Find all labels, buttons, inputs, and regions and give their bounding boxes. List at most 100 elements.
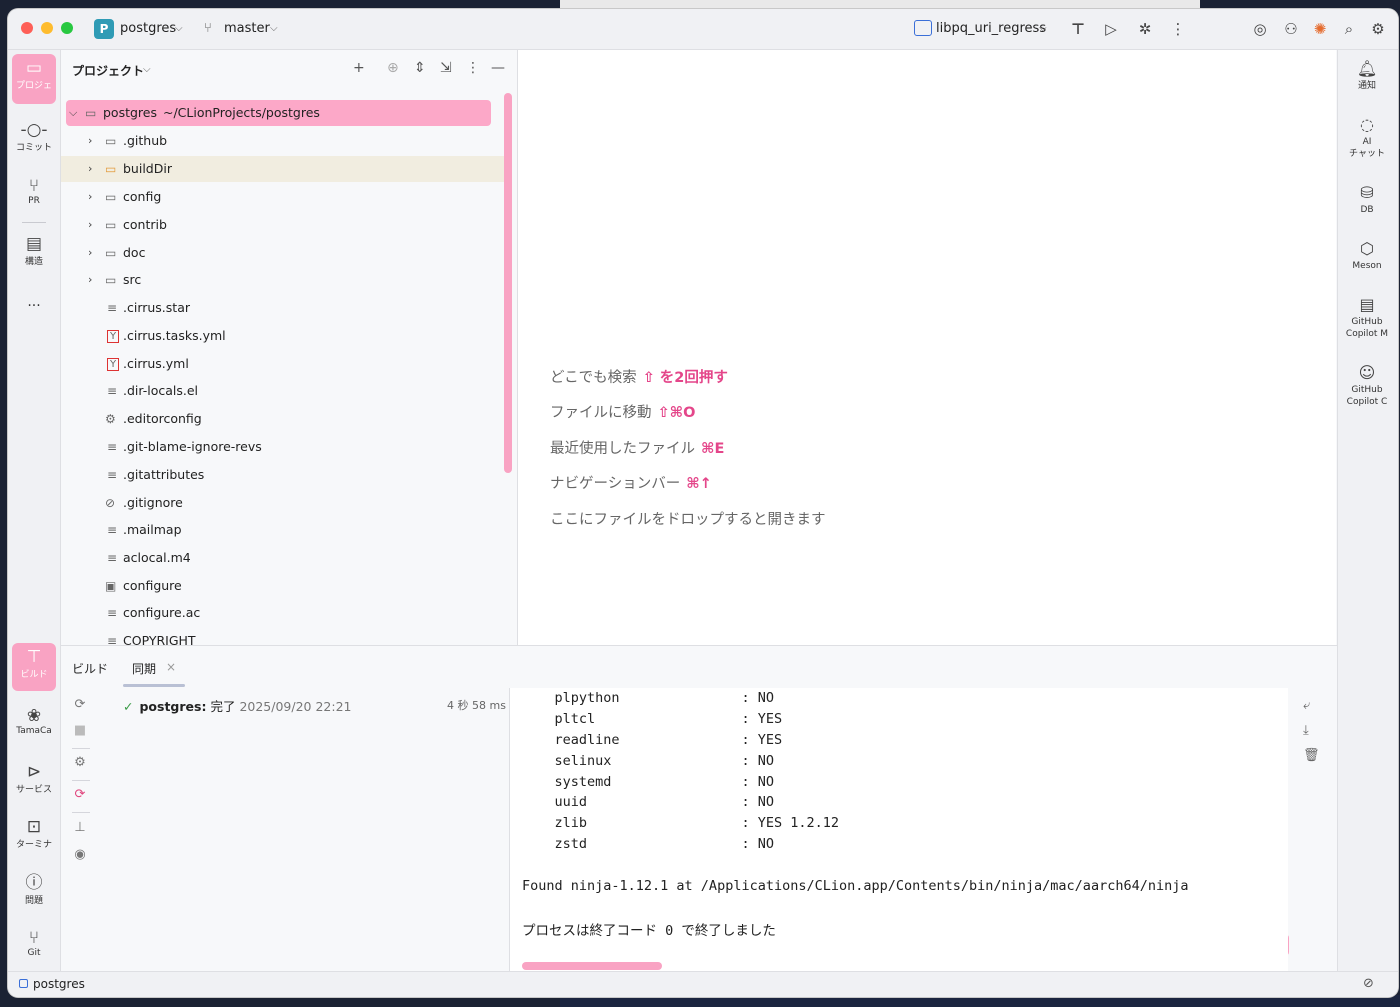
tree-item[interactable]: Y .cirrus.yml [61, 351, 504, 377]
pin-icon[interactable]: ⊥ [71, 820, 89, 835]
add-user-icon[interactable]: ⚇ [1281, 19, 1301, 39]
tree-item-label: doc [123, 245, 146, 260]
folder-icon: ▭ [25, 58, 43, 78]
tool-meson[interactable]: ⬡ Meson [1338, 238, 1396, 272]
tool-services[interactable]: ⊳ サービス [12, 762, 56, 795]
tree-item[interactable]: ⊘ .gitignore [61, 490, 504, 516]
ignore-file-icon: ⊘ [105, 496, 116, 510]
project-panel: プロジェクト ⌵ + ⊕ ⇕ ⇲ ⋮ — ⌵ ▭ postgres ~/CLio… [61, 50, 518, 645]
add-icon[interactable]: + [353, 60, 365, 76]
eye-icon[interactable]: ◉ [71, 847, 89, 862]
tree-item[interactable]: ⚙ .editorconfig [61, 406, 504, 432]
tool-build[interactable]: ⊤ ビルド [12, 643, 56, 691]
tree-item[interactable]: › ▭ .github [61, 128, 504, 154]
text-file-icon: ≡ [107, 384, 118, 398]
more-actions-icon[interactable]: ⋮ [1168, 19, 1188, 39]
tree-item[interactable]: ≡ .dir-locals.el [61, 378, 504, 404]
tree-item[interactable]: ≡ .gitattributes [61, 462, 504, 488]
script-file-icon: ▣ [105, 579, 117, 593]
maximize-window-button[interactable] [61, 22, 73, 34]
tree-item[interactable]: ≡ .cirrus.star [61, 295, 504, 321]
expand-all-icon[interactable]: ⇕ [414, 60, 426, 76]
console-horizontal-scrollbar[interactable] [522, 962, 662, 970]
settings-gear-icon[interactable]: ⚙ [1368, 19, 1388, 39]
tool-label: TamaCa [16, 726, 52, 736]
tree-item[interactable]: › ▭ doc [61, 240, 504, 266]
settings-icon[interactable]: ⚙ [71, 755, 89, 770]
tool-commit[interactable]: -○- コミット [12, 120, 56, 153]
tree-item[interactable]: › ▭ buildDir [61, 156, 504, 182]
notifications-icon: 🔔︎ [1356, 59, 1378, 78]
tool-ai-chat[interactable]: ◌ AI チャット [1338, 114, 1396, 160]
tab-build[interactable]: ビルド [72, 660, 108, 677]
locate-icon[interactable]: ⊕ [387, 60, 399, 76]
tool-label: Meson [1352, 261, 1382, 271]
tree-item[interactable]: › ▭ config [61, 184, 504, 210]
console-line: プロセスは終了コード 0 で終了しました [522, 923, 776, 939]
close-tab-icon[interactable]: × [166, 660, 176, 674]
debug-icon[interactable]: ✲ [1135, 19, 1155, 39]
junie-icon[interactable]: ✺ [1310, 19, 1330, 39]
ai-assistant-icon[interactable]: ◎ [1250, 19, 1270, 39]
tool-terminal[interactable]: ⊡ ターミナ [12, 817, 56, 850]
text-file-icon: ≡ [107, 440, 118, 454]
scroll-to-end-icon[interactable]: ⤓ [1303, 723, 1309, 738]
structure-icon: ▤ [25, 234, 43, 254]
tree-root-row[interactable]: ⌵ ▭ postgres ~/CLionProjects/postgres [66, 100, 491, 126]
tool-notifications[interactable]: 🔔︎ 通知 [1338, 58, 1396, 92]
tab-sync[interactable]: 同期 [132, 660, 156, 677]
more-tools-button[interactable]: ... [12, 294, 56, 310]
tree-item-label: config [123, 189, 162, 204]
run-config-selector[interactable]: libpq_uri_regress [936, 21, 1046, 36]
build-console[interactable]: plpython : NO pltcl : YES readline : YES… [510, 688, 1297, 972]
tree-item[interactable]: ≡ configure.ac [61, 600, 504, 626]
tool-project[interactable]: ▭ プロジェ [12, 54, 56, 104]
ide-window: P postgres ⌵ ⑂ master ⌵ libpq_uri_regres… [8, 9, 1398, 997]
tree-item[interactable]: ≡ .git-blame-ignore-revs [61, 434, 504, 460]
run-icon[interactable]: ▷ [1101, 19, 1121, 39]
tool-pull-requests[interactable]: ⑂ PR [12, 176, 56, 206]
tool-copilot-chat[interactable]: ☺ GitHub Copilot C [1338, 362, 1396, 408]
project-selector[interactable]: postgres [120, 21, 176, 36]
folder-icon: ▭ [105, 190, 117, 204]
project-panel-scrollbar[interactable] [504, 93, 512, 473]
meson-icon: ⬡ [1360, 239, 1374, 258]
tree-item[interactable]: ≡ aclocal.m4 [61, 545, 504, 571]
tool-copilot[interactable]: ▤ GitHub Copilot M [1338, 294, 1396, 340]
close-window-button[interactable] [21, 22, 33, 34]
copilot-status-icon[interactable]: ⊘ [1363, 976, 1374, 991]
yaml-file-icon: Y [107, 330, 119, 343]
hint-navigation-bar: ナビゲーションバー ⌘↑ [550, 472, 712, 493]
collapse-all-icon[interactable]: ⇲ [440, 60, 452, 76]
tree-item[interactable]: ▣ configure [61, 573, 504, 599]
rerun-icon[interactable]: ⟳ [71, 697, 89, 712]
copilot-chat-icon: ☺ [1358, 363, 1376, 382]
options-icon[interactable]: ⋮ [466, 60, 480, 76]
stop-icon[interactable]: ■ [71, 723, 89, 738]
gear-file-icon: ⚙ [105, 412, 116, 426]
tool-tamacat[interactable]: ❀ TamaCa [12, 706, 56, 736]
project-badge[interactable]: P [94, 19, 114, 39]
branch-selector[interactable]: master [224, 21, 270, 36]
tree-item[interactable]: Y .cirrus.tasks.yml [61, 323, 504, 349]
search-icon[interactable]: ⌕ [1339, 19, 1359, 39]
build-hammer-icon[interactable]: ⊤ [1068, 19, 1088, 39]
tamacat-icon: ❀ [26, 706, 42, 726]
tool-problems[interactable]: ⓘ 問題 [12, 873, 56, 906]
build-status-row[interactable]: ✓ postgres: 完了 2025/09/20 22:21 [123, 696, 352, 715]
project-panel-title[interactable]: プロジェクト [72, 62, 144, 79]
database-icon: ⛁ [1360, 183, 1374, 202]
status-project[interactable]: postgres [19, 977, 85, 991]
trash-icon[interactable]: 🗑 [1303, 748, 1320, 763]
tree-item[interactable]: ≡ .mailmap [61, 517, 504, 543]
hide-panel-icon[interactable]: — [491, 60, 505, 76]
tree-item[interactable]: ≡ COPYRIGHT [61, 628, 504, 645]
soft-wrap-icon[interactable]: ⤶ [1303, 698, 1310, 713]
tool-database[interactable]: ⛁ DB [1338, 182, 1396, 216]
tree-item[interactable]: › ▭ src [61, 267, 504, 293]
tree-item[interactable]: › ▭ contrib [61, 212, 504, 238]
sync-icon[interactable]: ⟳ [71, 787, 89, 802]
tool-structure[interactable]: ▤ 構造 [12, 234, 56, 267]
minimize-window-button[interactable] [41, 22, 53, 34]
tool-git[interactable]: ⑂ Git [12, 928, 56, 958]
